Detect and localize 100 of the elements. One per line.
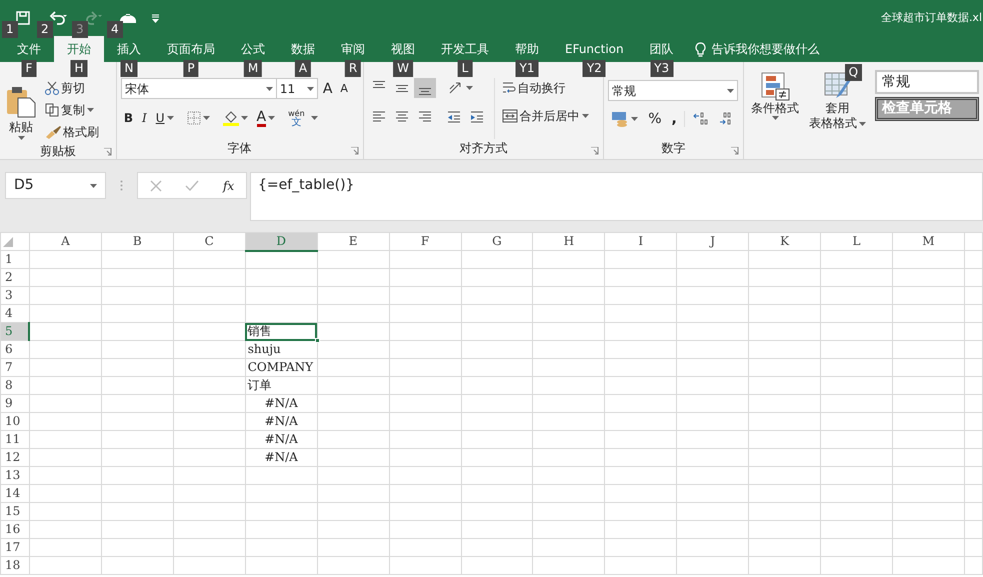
ribbon-tab[interactable]: 页面布局 (154, 36, 228, 62)
touch-mode-icon (119, 12, 137, 24)
phonetic-button[interactable]: wén 文 (285, 108, 308, 128)
column-header[interactable]: J (676, 232, 749, 250)
copy-button[interactable]: 复制 (42, 100, 102, 120)
keytip-tooltip: 2 (37, 21, 53, 38)
row-header[interactable]: 7 (0, 358, 30, 376)
ribbon-tab[interactable]: 插入 (104, 36, 154, 62)
column-header[interactable]: F (389, 232, 461, 250)
redo-icon (84, 11, 102, 25)
percent-button[interactable]: % (645, 109, 664, 129)
format-painter-button[interactable]: 格式刷 (42, 122, 102, 142)
ribbon-tab[interactable]: 视图 (378, 36, 428, 62)
column-header[interactable]: B (101, 232, 174, 250)
row-header[interactable]: 2 (0, 268, 30, 286)
table-cell[interactable]: COMPANY (245, 358, 318, 376)
caret-icon (166, 116, 174, 120)
table-cell[interactable]: #N/A (245, 412, 318, 430)
accounting-icon (611, 111, 630, 127)
font-size-dropdown[interactable]: 11 (276, 78, 318, 99)
row-header[interactable]: 11 (0, 430, 30, 448)
row-header[interactable]: 10 (0, 412, 30, 430)
ribbon-tab[interactable]: 审阅 (328, 36, 378, 62)
row-header[interactable]: 8 (0, 376, 30, 394)
table-cell[interactable]: #N/A (245, 430, 318, 448)
ribbon-tab[interactable]: EFunction (552, 36, 637, 62)
shrink-font-button[interactable]: A (337, 78, 351, 98)
ribbon-tab[interactable]: 开发工具 (428, 36, 502, 62)
row-header[interactable]: 9 (0, 394, 30, 412)
row-header[interactable]: 5 (0, 322, 30, 340)
font-name-dropdown[interactable]: 宋体 (120, 78, 277, 99)
name-box[interactable]: D5 (5, 172, 106, 199)
table-cell[interactable]: #N/A (245, 448, 318, 466)
cell-style-tile[interactable]: 常规 (875, 70, 979, 94)
table-cell[interactable]: #N/A (245, 394, 318, 412)
caret-icon (240, 116, 248, 120)
undo-icon (49, 11, 67, 25)
ribbon-tab[interactable]: 文件 (4, 36, 54, 62)
row-header[interactable]: 15 (0, 502, 30, 520)
formula-field[interactable]: {=ef_table()} (250, 172, 983, 221)
column-header[interactable]: G (461, 232, 533, 250)
conditional-formatting-button[interactable]: 条件格式 (748, 70, 802, 132)
row-header[interactable]: 14 (0, 484, 30, 502)
row-header[interactable]: 1 (0, 250, 30, 268)
bold-button[interactable]: B (120, 108, 136, 128)
grow-font-button[interactable]: A (320, 78, 336, 98)
column-header[interactable]: A (29, 232, 102, 250)
column-header[interactable]: K (748, 232, 821, 250)
ribbon-tab[interactable]: 团队 (636, 36, 687, 62)
keytip-tooltip: 1 (2, 21, 18, 38)
dialog-launcher-icon[interactable] (591, 147, 600, 155)
wrap-text-button[interactable]: 自动换行 (498, 78, 592, 98)
keytip-tooltip: R (344, 60, 362, 77)
font-color-button[interactable]: A (254, 108, 278, 128)
cut-button[interactable]: 剪切 (42, 78, 102, 98)
dialog-launcher-icon[interactable] (350, 147, 359, 155)
table-cell[interactable]: 销售 (245, 322, 318, 340)
paste-button[interactable]: 粘贴 (4, 78, 38, 142)
row-header[interactable]: 6 (0, 340, 30, 358)
merge-center-button[interactable]: 合并后居中 (498, 106, 592, 126)
customize-icon[interactable] (152, 14, 159, 22)
wrap-text-icon (502, 81, 516, 95)
dialog-launcher-icon[interactable] (104, 148, 112, 156)
column-header[interactable]: D (245, 232, 318, 250)
row-header[interactable]: 16 (0, 520, 30, 538)
row-header[interactable]: 17 (0, 538, 30, 556)
scissors-icon (45, 81, 59, 95)
caret-icon (727, 88, 734, 92)
caret-icon (87, 108, 94, 112)
increase-indent-icon (470, 110, 484, 124)
ribbon-tab[interactable]: 公式 (228, 36, 278, 62)
column-header[interactable]: I (604, 232, 677, 250)
keytip-tooltip: H (70, 60, 88, 77)
column-header[interactable]: M (892, 232, 964, 250)
column-header[interactable]: L (820, 232, 892, 250)
column-header[interactable]: H (532, 232, 605, 250)
row-header[interactable]: 12 (0, 448, 30, 466)
insert-function-button[interactable]: fx (220, 176, 238, 196)
middle-align-icon (394, 84, 409, 92)
italic-button[interactable]: I (139, 108, 150, 128)
caret-icon (310, 116, 318, 120)
table-cell[interactable]: shuju (245, 340, 318, 358)
column-header[interactable]: E (317, 232, 390, 250)
dialog-launcher-icon[interactable] (731, 147, 739, 155)
ribbon-tab[interactable]: 开始 (54, 36, 104, 62)
column-header[interactable]: C (173, 232, 246, 250)
keytip-tooltip: W (393, 60, 413, 77)
borders-icon (186, 111, 201, 125)
table-cell[interactable]: 订单 (245, 376, 318, 394)
ribbon-tab[interactable]: 帮助 (502, 36, 552, 62)
row-header[interactable]: 3 (0, 286, 30, 304)
underline-button[interactable]: U (152, 108, 177, 128)
row-header[interactable]: 4 (0, 304, 30, 322)
bottom-align-button[interactable] (414, 78, 436, 98)
row-header[interactable]: 13 (0, 466, 30, 484)
search-field[interactable]: 告诉我你想要做什么 (710, 39, 850, 59)
row-header[interactable]: 18 (0, 556, 30, 574)
ribbon-tab[interactable]: 数据 (278, 36, 328, 62)
comma-style-button[interactable]: , (668, 109, 680, 129)
number-format-dropdown[interactable]: 常规 (608, 80, 738, 101)
